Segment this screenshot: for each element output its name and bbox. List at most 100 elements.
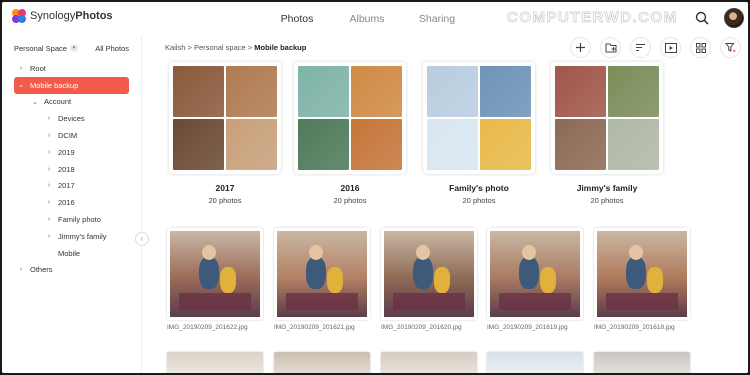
chevron-down-icon[interactable]: ⌄ [30,98,40,106]
sidebar-item-dcim[interactable]: › DCIM [2,127,141,144]
synology-photos-logo-icon [12,9,26,23]
all-photos-link[interactable]: All Photos [95,44,129,53]
album-cover-tile [555,119,606,170]
sidebar-item-others[interactable]: › Others [2,262,141,279]
album-card[interactable]: Jimmy's family 20 photos [551,62,663,205]
album-cover [551,62,663,174]
space-selector[interactable]: Personal Space ▾ [14,44,78,53]
album-name: Family's photo [449,183,509,193]
search-icon[interactable] [694,10,710,26]
sidebar-item-label: 2019 [58,147,75,157]
app-window: SynologyPhotos Photos Albums Sharing COM… [0,0,750,375]
sidebar-item-account[interactable]: ⌄ Account [2,94,141,111]
album-count: 20 photos [462,196,496,205]
space-label: Personal Space [14,43,67,53]
photo-thumbnail[interactable] [594,352,690,373]
photo-filename: IMG_20190209_201621.jpg [274,324,355,331]
sidebar-item-label: 2016 [58,198,75,208]
album-cover-tile [555,66,606,117]
album-count: 20 photos [208,196,242,205]
watermark: COMPUTERWD.COM [507,9,678,27]
album-cover-tile [480,119,531,170]
chevron-right-icon[interactable]: › [44,199,54,206]
album-cover-tile [226,66,277,117]
sidebar-item-2017[interactable]: › 2017 [2,178,141,195]
chevron-down-icon[interactable]: ⌄ [16,81,26,89]
sidebar-item-jimmy-s-family[interactable]: › Jimmy's family [2,228,141,245]
tab-sharing[interactable]: Sharing [402,2,472,36]
album-name: 2016 [340,183,360,193]
avatar[interactable] [724,8,744,28]
photo-item[interactable]: IMG_20190209_201621.jpg [274,228,370,331]
sidebar-item-mobile[interactable]: Mobile [2,245,141,262]
album-cover [294,62,406,174]
sidebar-item-mobile-backup[interactable]: ⌄ Mobile backup [14,76,129,94]
slideshow-icon [664,42,677,53]
sidebar-item-label: Family photo [58,215,101,225]
chevron-right-icon[interactable]: › [16,266,26,273]
chevron-right-icon[interactable]: › [44,132,54,139]
filter-icon [725,43,736,52]
photo-item[interactable]: IMG_20190209_201620.jpg [381,228,477,331]
album-cover-tile [298,119,349,170]
album-cover-tile [608,66,659,117]
app-logo[interactable]: SynologyPhotos [12,9,113,23]
collapse-sidebar-icon[interactable]: ‹ [135,232,149,246]
add-button[interactable] [570,37,591,58]
upload-folder-button[interactable] [600,37,621,58]
app-title: SynologyPhotos [30,10,113,22]
album-cover-tile [173,66,224,117]
grid-view-icon [695,42,706,53]
sidebar-item-2018[interactable]: › 2018 [2,161,141,178]
chevron-right-icon[interactable]: › [44,115,54,122]
tab-photos[interactable]: Photos [262,2,332,36]
photo-item[interactable]: IMG_20190209_201619.jpg [487,228,583,331]
chevron-right-icon[interactable]: › [44,182,54,189]
chevron-right-icon[interactable]: › [44,233,54,240]
chevron-down-icon: ▾ [69,44,78,52]
breadcrumb: Kailsh > Personal space > Mobile backup [165,43,306,52]
photo-item[interactable]: IMG_20190209_201622.jpg [167,228,263,331]
album-count: 20 photos [590,196,624,205]
sidebar-item-root[interactable]: › Root [2,60,141,77]
chevron-right-icon[interactable]: › [44,216,54,223]
photo-thumbnail[interactable] [274,352,370,373]
album-cover-tile [226,119,277,170]
album-name: 2017 [215,183,235,193]
photo-filename: IMG_20190209_201620.jpg [381,324,462,331]
chevron-right-icon[interactable]: › [16,65,26,72]
sidebar-item-2016[interactable]: › 2016 [2,194,141,211]
sidebar-item-label: Jimmy's family [58,231,107,241]
sidebar-item-label: 2018 [58,164,75,174]
photo-item[interactable]: IMG_20190209_201618.jpg [594,228,690,331]
chevron-right-icon[interactable]: › [44,166,54,173]
album-cover-tile [298,66,349,117]
album-cover-tile [351,66,402,117]
slideshow-button[interactable] [660,37,681,58]
tab-albums[interactable]: Albums [332,2,402,36]
album-card[interactable]: 2016 20 photos [294,62,406,205]
sidebar: Personal Space ▾ All Photos › Root ⌄ Mobile… [2,36,142,373]
album-count: 20 photos [333,196,367,205]
sort-button[interactable] [630,37,651,58]
album-cover-tile [173,119,224,170]
sidebar-item-family-photo[interactable]: › Family photo [2,211,141,228]
photo-thumbnail[interactable] [487,352,583,373]
album-cover [169,62,281,174]
chevron-right-icon[interactable]: › [44,149,54,156]
album-card[interactable]: Family's photo 20 photos [423,62,535,205]
photo-filename: IMG_20190209_201618.jpg [594,324,675,331]
photo-thumbnail[interactable] [381,352,477,373]
album-name: Jimmy's family [576,183,638,193]
sidebar-item-2019[interactable]: › 2019 [2,144,141,161]
sidebar-item-label: Account [44,97,72,107]
top-bar: SynologyPhotos Photos Albums Sharing COM… [2,2,748,36]
filter-button[interactable] [720,37,741,58]
album-card[interactable]: 2017 20 photos [169,62,281,205]
breadcrumb-path[interactable]: Kailsh > Personal space > [165,43,254,52]
main-content: ‹ Kailsh > Personal space > Mobile backu… [135,36,748,373]
sidebar-item-label: Mobile backup [30,80,79,90]
sidebar-item-devices[interactable]: › Devices [2,110,141,127]
photo-thumbnail[interactable] [167,352,263,373]
grid-view-button[interactable] [690,37,711,58]
